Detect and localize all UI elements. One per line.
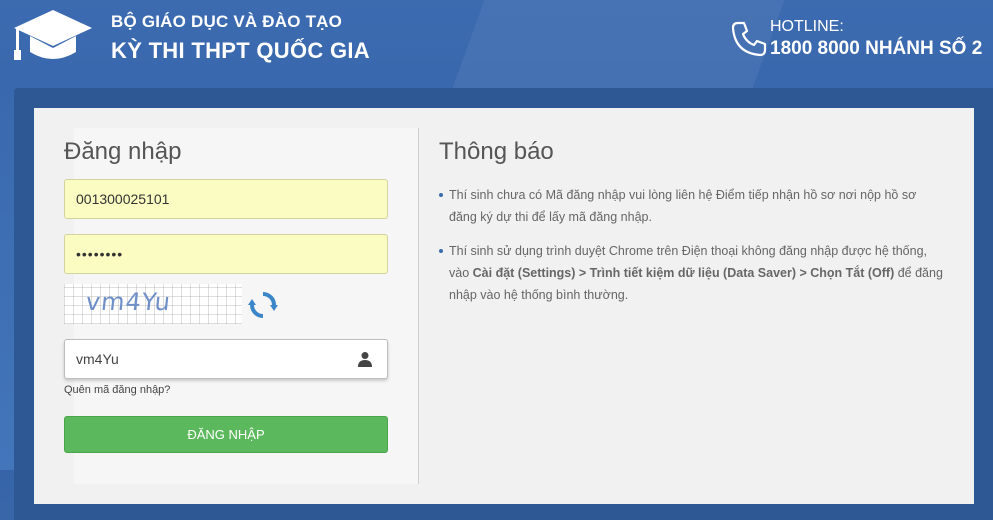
phone-icon bbox=[731, 21, 767, 57]
graduation-cap-icon bbox=[14, 10, 92, 60]
ministry-name: BỘ GIÁO DỤC VÀ ĐÀO TẠO bbox=[111, 12, 343, 31]
captcha-input[interactable]: vm4Yu bbox=[64, 339, 388, 379]
notice-list: Thí sinh chưa có Mã đăng nhập vui lòng l… bbox=[439, 184, 944, 318]
hotline-number: 1800 8000 NHÁNH SỐ 2 bbox=[770, 38, 983, 59]
main-panel: Đăng nhập 001300025101 •••••••• vm4Yu vm… bbox=[34, 108, 974, 504]
notice-title: Thông báo bbox=[439, 138, 554, 165]
username-input[interactable]: 001300025101 bbox=[64, 179, 388, 219]
login-button[interactable]: ĐĂNG NHẬP bbox=[64, 416, 388, 453]
exam-title: KỲ THI THPT QUỐC GIA bbox=[111, 38, 370, 63]
notice-item: Thí sinh chưa có Mã đăng nhập vui lòng l… bbox=[439, 184, 944, 228]
forgot-login-code-link[interactable]: Quên mã đăng nhập? bbox=[64, 384, 170, 396]
hotline-label: HOTLINE: bbox=[770, 18, 844, 35]
password-input[interactable]: •••••••• bbox=[64, 234, 388, 274]
panel-divider bbox=[418, 128, 419, 484]
notice-item: Thí sinh sử dụng trình duyệt Chrome trên… bbox=[439, 240, 944, 306]
captcha-image: vm4Yu bbox=[64, 284, 242, 324]
user-icon bbox=[358, 352, 372, 367]
refresh-icon[interactable] bbox=[248, 290, 278, 320]
captcha-input-value: vm4Yu bbox=[76, 351, 119, 367]
login-title: Đăng nhập bbox=[64, 138, 182, 165]
notice-bold-text: Cài đặt (Settings) > Trình tiết kiệm dữ … bbox=[472, 266, 895, 280]
captcha-text: vm4Yu bbox=[84, 288, 173, 316]
site-header: BỘ GIÁO DỤC VÀ ĐÀO TẠO KỲ THI THPT QUỐC … bbox=[0, 0, 993, 85]
